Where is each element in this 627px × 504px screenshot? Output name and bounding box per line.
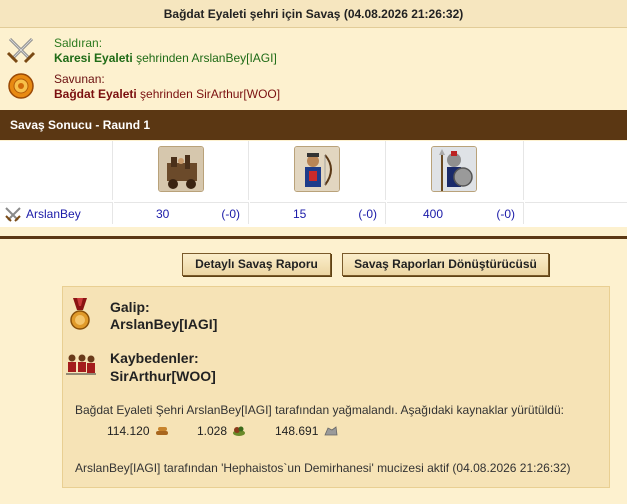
loser-name[interactable]: SirArthur[WOO] [110, 368, 216, 384]
unit-loss: (-0) [496, 207, 515, 221]
attacker-player[interactable]: şehrinden ArslanBey[IAGI] [136, 51, 277, 65]
battle-result-header: Savaş Sonucu - Raund 1 [0, 110, 627, 140]
detailed-report-button[interactable]: Detaylı Savaş Raporu [182, 253, 331, 276]
medal-icon [69, 298, 91, 335]
resource-amount: 1.028 [197, 424, 228, 438]
unit-count-cell-3: 400 (-0) [387, 202, 524, 224]
crossed-swords-icon [4, 206, 22, 225]
winner-name[interactable]: ArslanBey[IAGI] [110, 316, 217, 332]
crossed-swords-icon [6, 35, 36, 65]
food-icon [233, 426, 246, 436]
wonder-text: ArslanBey[IAGI] tarafından 'Hephaistos`u… [75, 461, 571, 475]
header-empty-cell-right [525, 141, 627, 200]
attacker-city[interactable]: Karesi Eyaleti [54, 51, 133, 65]
battle-unit-table: ArslanBey 30 (-0) 15 (-0) 400 (-0) [0, 141, 627, 227]
defender-desc: Bağdat Eyaleti şehrinden SirArthur[WOO] [54, 87, 280, 101]
header-empty-cell [0, 141, 113, 200]
siege-unit-icon [158, 146, 204, 192]
unit-header-3 [387, 141, 524, 200]
battle-title: Bağdat Eyaleti şehri için Savaş (04.08.2… [0, 0, 627, 28]
row-empty-cell-right [525, 202, 627, 224]
winner-label: Galip: [110, 299, 150, 315]
unit-count: 400 [423, 207, 444, 221]
unit-count: 30 [156, 207, 170, 221]
resource-stone: 148.691 [275, 424, 338, 438]
report-converter-button[interactable]: Savaş Raporları Dönüştürücüsü [342, 253, 549, 276]
unit-loss: (-0) [221, 207, 240, 221]
divider [0, 236, 627, 239]
attacker-desc: Karesi Eyaleti şehrinden ArslanBey[IAGI] [54, 51, 277, 65]
unit-header-1 [114, 141, 249, 200]
resource-amount: 114.120 [107, 424, 150, 438]
plunder-text: Bağdat Eyaleti Şehri ArslanBey[IAGI] tar… [75, 403, 564, 417]
battle-summary: Galip: ArslanBey[IAGI] Kaybedenler: SirA… [62, 286, 610, 488]
resource-amount: 148.691 [275, 424, 319, 438]
unit-count: 15 [293, 207, 307, 221]
resource-wood: 114.120 [107, 424, 169, 438]
defender-player[interactable]: şehrinden SirArthur[WOO] [140, 87, 280, 101]
unit-count-cell-1: 30 (-0) [114, 202, 249, 224]
attacker-section: Saldıran: Karesi Eyaleti şehrinden Arsla… [0, 32, 627, 72]
defeated-soldiers-icon [65, 353, 97, 378]
losers-label: Kaybedenler: [110, 350, 199, 366]
shield-icon [6, 71, 36, 101]
unit-count-cell-2: 15 (-0) [250, 202, 386, 224]
spearman-unit-icon [431, 146, 477, 192]
archer-unit-icon [294, 146, 340, 192]
resource-food: 1.028 [197, 424, 246, 438]
player-cell: ArslanBey [0, 202, 113, 224]
unit-loss: (-0) [358, 207, 377, 221]
defender-role: Savunan: [54, 72, 105, 86]
wood-icon [155, 427, 168, 435]
battle-player-name[interactable]: ArslanBey [26, 207, 81, 221]
unit-header-2 [250, 141, 386, 200]
defender-section: Savunan: Bağdat Eyaleti şehrinden SirArt… [0, 68, 627, 108]
stone-icon [324, 426, 338, 436]
attacker-role: Saldıran: [54, 36, 103, 50]
defender-city[interactable]: Bağdat Eyaleti [54, 87, 137, 101]
